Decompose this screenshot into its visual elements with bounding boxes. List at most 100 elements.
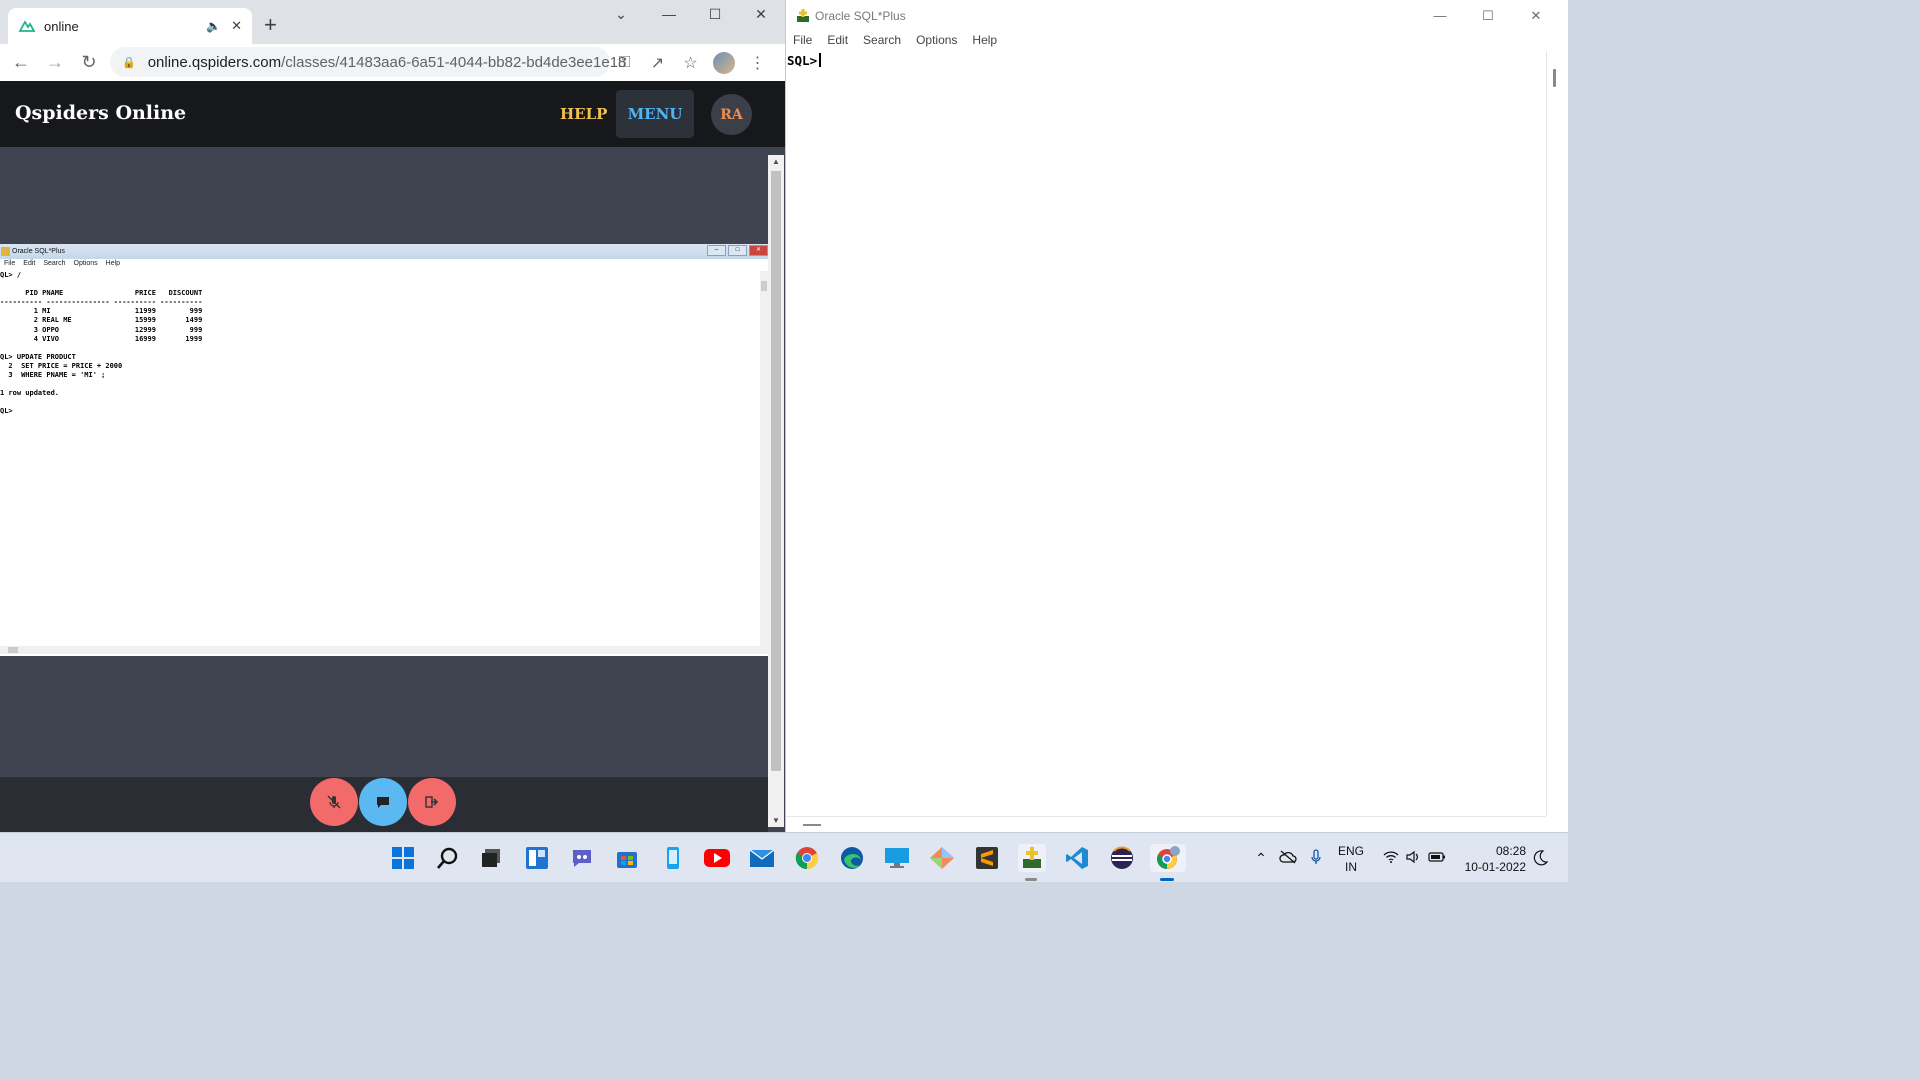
qspiders-favicon-icon (18, 20, 36, 32)
console-line: QL> UPDATE PRODUCT (0, 352, 76, 361)
sqlplus-running-indicator (1025, 878, 1037, 881)
battery-icon (1424, 851, 1450, 865)
sqlplus-window: Oracle SQL*Plus — ☐ ✕ File Edit Search O… (785, 0, 1568, 832)
site-brand[interactable]: Qspiders Online (15, 102, 186, 124)
back-arrow-icon[interactable]: ← (4, 52, 38, 73)
sqlplus-close-button[interactable]: ✕ (1513, 8, 1559, 24)
console-line: 1 row updated. (0, 389, 60, 398)
mute-mic-button[interactable] (310, 778, 358, 826)
speaker-icon[interactable]: 🔈 (206, 19, 221, 33)
lock-icon[interactable]: 🔒 (122, 56, 136, 69)
sqlplus-hscroll-thumb[interactable] (803, 824, 821, 826)
page-scrollbar[interactable]: ▲ ▼ (768, 155, 784, 827)
edge-icon[interactable] (838, 844, 866, 872)
search-icon[interactable] (434, 844, 462, 872)
shared-menu-options: Options (73, 260, 98, 267)
scroll-up-icon[interactable]: ▲ (768, 157, 784, 166)
sqlplus-maximize-button[interactable]: ☐ (1465, 8, 1511, 24)
profile-avatar[interactable] (713, 51, 735, 74)
key-icon[interactable]: ⚿ (608, 54, 641, 72)
onedrive-offline-icon[interactable] (1274, 850, 1302, 867)
console-line: QL> / (0, 271, 22, 279)
shared-menu-edit: Edit (23, 260, 36, 267)
menu-options[interactable]: Options (916, 33, 957, 51)
task-view-icon[interactable] (477, 844, 505, 872)
console-line: 2 SET PRICE = PRICE + 2000 (0, 361, 123, 370)
widgets-icon[interactable] (523, 844, 551, 872)
site-header: Qspiders Online HELP MENU RA (0, 81, 785, 147)
tab-strip: online 🔈 ✕ + ⌄ — ☐ ✕ (0, 0, 785, 44)
bookmark-star-icon[interactable]: ☆ (674, 53, 707, 73)
mail-icon[interactable] (748, 844, 776, 872)
chrome-profile-taskbar-icon[interactable] (1150, 844, 1186, 872)
menu-edit[interactable]: Edit (827, 33, 848, 51)
oracle-sqlplus-taskbar-icon[interactable] (1018, 844, 1046, 872)
shared-menu-search: Search (43, 260, 66, 267)
network-volume-battery[interactable] (1380, 833, 1450, 883)
url-host: online.qspiders.com (147, 53, 282, 71)
menu-button[interactable]: MENU (616, 90, 694, 138)
start-icon[interactable] (389, 844, 417, 872)
page-scroll-thumb[interactable] (771, 171, 781, 771)
tab-title: online (44, 18, 79, 34)
chat-button[interactable] (359, 778, 407, 826)
language-code: ENG (1338, 844, 1365, 858)
sqlplus-vscroll-thumb[interactable] (1553, 69, 1556, 87)
leave-button[interactable] (408, 778, 456, 826)
file-explorer-icon[interactable] (659, 844, 687, 872)
teams-chat-icon[interactable] (568, 844, 596, 872)
eclipse-icon[interactable] (1108, 844, 1136, 872)
menu-file[interactable]: File (793, 33, 812, 51)
url-text: online.qspiders.com/classes/41483aa6-6a5… (148, 54, 627, 71)
taskbar: ⌃ ENG IN 08:28 10-01-2022 (0, 832, 1568, 882)
clock-date: 10-01-2022 (1464, 860, 1526, 874)
forward-arrow-icon[interactable]: → (38, 52, 72, 73)
minimize-button[interactable]: — (646, 6, 692, 22)
clock-time: 08:28 (1495, 844, 1526, 858)
reload-icon[interactable]: ↻ (72, 52, 106, 73)
microphone-icon[interactable] (1302, 848, 1330, 868)
shared-close-icon: ✕ (749, 245, 768, 256)
input-language[interactable]: ENG IN (1338, 843, 1364, 875)
shared-horizontal-scrollbar (0, 646, 768, 654)
browser-tab[interactable]: online 🔈 ✕ (8, 8, 252, 44)
sqlplus-console[interactable]: SQL> (786, 51, 1546, 815)
vscode-icon[interactable] (1063, 844, 1091, 872)
sublime-text-icon[interactable] (973, 844, 1001, 872)
tab-search-icon[interactable]: ⌄ (598, 6, 644, 23)
sqlplus-horizontal-scrollbar[interactable] (786, 816, 1546, 832)
console-line: ---------- --------------- ---------- --… (0, 298, 203, 307)
console-line: 1 MI 11999 999 (0, 307, 203, 316)
tab-close-icon[interactable]: ✕ (231, 18, 242, 34)
menu-search[interactable]: Search (863, 33, 901, 51)
scroll-down-icon[interactable]: ▼ (768, 816, 784, 825)
git-app-icon[interactable] (928, 844, 956, 872)
shared-vertical-scrollbar (760, 271, 768, 646)
console-line: 2 REAL ME 15999 1499 (0, 316, 203, 325)
address-bar[interactable]: 🔒 online.qspiders.com/classes/41483aa6-6… (110, 47, 626, 77)
help-link[interactable]: HELP (560, 105, 607, 123)
menu-help[interactable]: Help (972, 33, 997, 51)
sql-prompt: SQL> (787, 53, 818, 68)
user-avatar[interactable]: RA (711, 94, 752, 135)
close-window-button[interactable]: ✕ (738, 6, 784, 23)
mic-off-icon (327, 795, 341, 809)
sqlplus-vertical-scrollbar[interactable] (1546, 51, 1568, 816)
show-hidden-icons-icon[interactable]: ⌃ (1252, 850, 1270, 867)
share-icon[interactable]: ↗ (641, 53, 674, 73)
more-menu-icon[interactable]: ⋮ (741, 53, 774, 73)
shared-window-title: Oracle SQL*Plus (12, 248, 65, 255)
maximize-button[interactable]: ☐ (692, 6, 738, 23)
sqlplus-app-icon (797, 9, 809, 22)
sqlplus-title: Oracle SQL*Plus (815, 9, 906, 23)
chrome-icon[interactable] (793, 844, 821, 872)
chrome-window: online 🔈 ✕ + ⌄ — ☐ ✕ ← → ↻ 🔒 online.qspi… (0, 0, 785, 832)
microsoft-store-icon[interactable] (613, 844, 641, 872)
sqlplus-minimize-button[interactable]: — (1417, 8, 1463, 23)
new-tab-button[interactable]: + (264, 14, 277, 36)
youtube-icon[interactable] (703, 844, 731, 872)
notification-moon-icon[interactable] (1532, 849, 1549, 872)
remote-desktop-icon[interactable] (883, 844, 911, 872)
clock[interactable]: 08:28 10-01-2022 (1462, 843, 1526, 875)
